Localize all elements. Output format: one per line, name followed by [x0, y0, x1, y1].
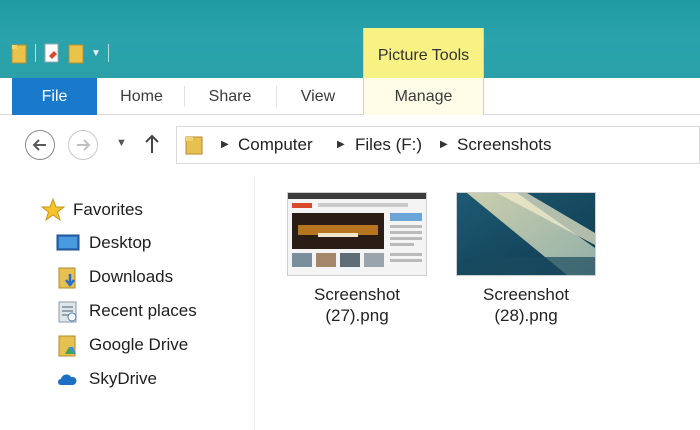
- forward-arrow-icon: [77, 139, 91, 151]
- breadcrumb-chevron-icon[interactable]: ▶: [440, 127, 448, 163]
- forward-button[interactable]: [68, 130, 98, 160]
- breadcrumb-computer[interactable]: Computer: [238, 127, 313, 163]
- nav-item-label: Recent places: [89, 301, 197, 320]
- nav-item-label: Downloads: [89, 267, 174, 286]
- breadcrumb-screenshots[interactable]: Screenshots: [457, 127, 552, 163]
- skydrive-icon: [56, 368, 80, 390]
- file-thumbnail[interactable]: [456, 192, 596, 276]
- star-icon: [40, 197, 66, 228]
- navigation-pane: Favorites Desktop Downloads Recent place…: [0, 176, 255, 430]
- recent-places-icon: [56, 300, 80, 323]
- tab-share[interactable]: Share: [184, 78, 276, 115]
- file-name[interactable]: Screenshot (27).png: [287, 284, 427, 326]
- ribbon-tab-row: File Home Share View Manage: [0, 78, 700, 115]
- folder-icon: [184, 134, 206, 161]
- downloads-icon: [56, 266, 80, 289]
- tab-view[interactable]: View: [276, 78, 360, 115]
- tab-file[interactable]: File: [12, 78, 97, 115]
- nav-item-label: Desktop: [89, 233, 152, 252]
- toolbar-separator: [35, 44, 36, 62]
- desktop-icon: [56, 232, 80, 254]
- title-bar: ▼ Picture Tools: [0, 0, 700, 78]
- recent-locations-dropdown[interactable]: ▼: [116, 137, 127, 149]
- tab-manage[interactable]: Manage: [363, 78, 484, 115]
- back-button[interactable]: [25, 130, 55, 160]
- breadcrumb-chevron-icon[interactable]: ▶: [337, 127, 345, 163]
- file-name[interactable]: Screenshot (28).png: [456, 284, 596, 326]
- breadcrumb-files-drive[interactable]: Files (F:): [355, 127, 422, 163]
- address-bar[interactable]: ▶ Computer ▶ Files (F:) ▶ Screenshots: [176, 126, 700, 164]
- file-name-line: Screenshot: [314, 285, 400, 304]
- nav-item-label: Google Drive: [89, 335, 189, 354]
- customize-toolbar-icon[interactable]: ▼: [89, 48, 103, 59]
- properties-icon[interactable]: [41, 40, 63, 66]
- google-drive-icon: [56, 334, 80, 357]
- file-thumbnail[interactable]: [287, 192, 427, 276]
- up-arrow-icon: [145, 134, 159, 153]
- nav-favorites-label: Favorites: [73, 200, 143, 219]
- picture-tools-context-header: Picture Tools: [363, 28, 484, 78]
- picture-tools-label: Picture Tools: [377, 47, 470, 64]
- file-name-line: (28).png: [494, 306, 558, 325]
- new-folder-icon[interactable]: [65, 40, 87, 66]
- tab-home[interactable]: Home: [99, 78, 184, 115]
- toolbar-separator: [108, 44, 109, 62]
- navigation-bar: ▼ ▶ Computer ▶ Files (F:) ▶ Screenshots: [0, 116, 700, 176]
- quick-access-toolbar: ▼: [8, 38, 112, 68]
- back-arrow-icon: [32, 139, 46, 151]
- up-button[interactable]: [144, 133, 160, 160]
- nav-item-label: SkyDrive: [89, 369, 158, 388]
- file-name-line: Screenshot: [483, 285, 569, 304]
- folder-icon[interactable]: [8, 40, 30, 66]
- file-name-line: (27).png: [325, 306, 389, 325]
- breadcrumb-chevron-icon[interactable]: ▶: [221, 127, 229, 163]
